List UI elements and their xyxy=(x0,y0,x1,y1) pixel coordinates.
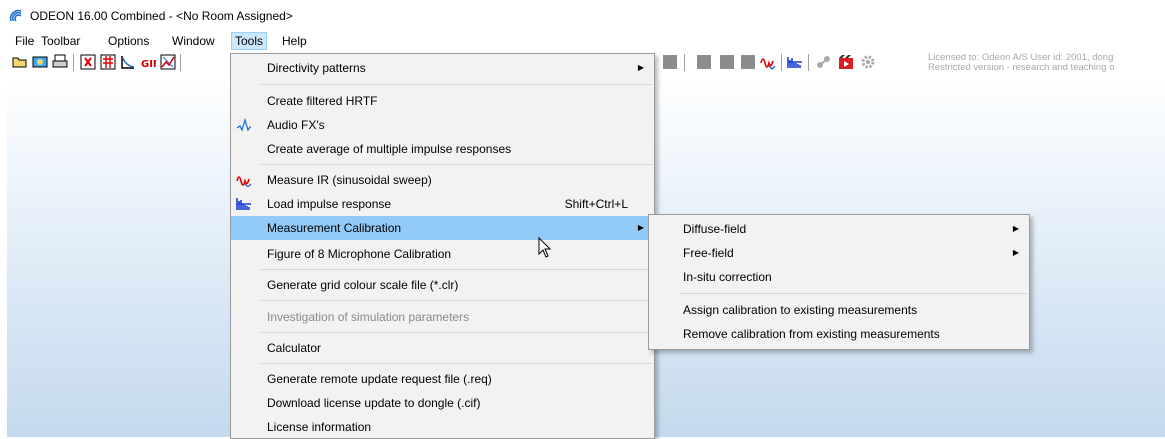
menu-item-generate-grid-colour-scale[interactable]: Generate grid colour scale file (*.clr) xyxy=(231,273,654,297)
odeon-app-icon xyxy=(9,9,22,22)
menu-window[interactable]: Window xyxy=(169,33,218,50)
3d-grid-icon[interactable] xyxy=(100,54,116,70)
menu-item-label: Figure of 8 Microphone Calibration xyxy=(267,247,452,261)
measure-ir-icon[interactable] xyxy=(760,54,776,70)
submenu-arrow-icon: ▶ xyxy=(637,223,644,232)
toolbar-separator xyxy=(781,54,782,71)
toolbar-separator xyxy=(808,54,809,71)
menu-separator xyxy=(261,300,652,301)
menu-item-label: Remove calibration from existing measure… xyxy=(683,327,940,341)
video-export-icon[interactable] xyxy=(838,54,854,70)
svg-text:GIF: GIF xyxy=(141,59,156,70)
menu-item-free-field[interactable]: Free-field ▶ xyxy=(649,241,1029,265)
menu-item-measure-ir[interactable]: Measure IR (sinusoidal sweep) xyxy=(231,168,654,192)
measure-ir-icon xyxy=(236,176,252,187)
menu-item-generate-remote-update-request[interactable]: Generate remote update request file (.re… xyxy=(231,367,654,391)
menu-options[interactable]: Options xyxy=(105,33,152,50)
gif-export-icon[interactable]: GIF xyxy=(140,54,156,70)
menu-separator xyxy=(261,363,652,364)
toolbar-separator xyxy=(73,54,74,71)
menu-item-label: Create filtered HRTF xyxy=(267,94,378,108)
chart-export-icon[interactable] xyxy=(160,54,176,70)
menu-item-diffuse-field[interactable]: Diffuse-field ▶ xyxy=(649,217,1029,241)
disabled-tool-icon xyxy=(697,55,711,69)
menu-item-label: Calculator xyxy=(267,341,322,355)
menu-item-investigation-simulation-parameters: Investigation of simulation parameters xyxy=(231,305,654,329)
menu-item-measurement-calibration[interactable]: Measurement Calibration ▶ xyxy=(231,216,654,240)
molecule-icon xyxy=(817,56,830,68)
license-line-2: Restricted version - research and teachi… xyxy=(928,62,1115,73)
tools-menu: Directivity patterns ▶ Create filtered H… xyxy=(230,53,655,439)
decay-curve-icon[interactable] xyxy=(120,54,136,70)
menu-item-label: Measure IR (sinusoidal sweep) xyxy=(267,173,432,187)
toolbar-separator xyxy=(180,54,181,71)
menu-item-label: Download license update to dongle (.cif) xyxy=(267,396,481,410)
window-title: ODEON 16.00 Combined - <No Room Assigned… xyxy=(30,9,293,23)
menu-separator xyxy=(679,293,1027,294)
menu-item-label: Assign calibration to existing measureme… xyxy=(683,303,918,317)
menu-separator xyxy=(261,332,652,333)
menu-separator xyxy=(261,269,652,270)
submenu-arrow-icon: ▶ xyxy=(1012,248,1019,257)
menu-bar: File Toolbar Options Window Tools Help xyxy=(0,32,1165,50)
disabled-tool-icon xyxy=(720,55,734,69)
menu-item-audio-fx[interactable]: Audio FX's xyxy=(231,113,654,137)
menu-item-license-information[interactable]: License information xyxy=(231,415,654,439)
menu-tools[interactable]: Tools xyxy=(231,32,268,50)
room-view-icon[interactable] xyxy=(32,54,48,70)
menu-item-figure-8-calibration[interactable]: Figure of 8 Microphone Calibration xyxy=(231,242,654,266)
menu-item-label: Measurement Calibration xyxy=(267,221,402,235)
menu-item-label: Directivity patterns xyxy=(267,61,366,75)
menu-item-label: Load impulse response xyxy=(267,197,392,211)
menu-item-label: Diffuse-field xyxy=(683,222,747,236)
menu-item-label: Generate grid colour scale file (*.clr) xyxy=(267,278,459,292)
menu-item-create-average-ir[interactable]: Create average of multiple impulse respo… xyxy=(231,137,654,161)
submenu-arrow-icon: ▶ xyxy=(1012,224,1019,233)
menu-item-label: Investigation of simulation parameters xyxy=(267,310,470,324)
menu-item-assign-calibration[interactable]: Assign calibration to existing measureme… xyxy=(649,298,1029,322)
shortcut-label: Shift+Ctrl+L xyxy=(564,197,628,211)
toolbar-separator xyxy=(684,54,685,71)
menu-item-calculator[interactable]: Calculator xyxy=(231,336,654,360)
license-info: Licensed to: Odeon A/S User id: 2001, do… xyxy=(928,53,1114,73)
menu-item-label: License information xyxy=(267,420,372,434)
menu-item-label: Create average of multiple impulse respo… xyxy=(267,142,512,156)
impulse-response-icon xyxy=(236,198,251,210)
mouse-cursor-icon xyxy=(538,237,552,258)
disabled-tool-icon xyxy=(663,55,677,69)
menu-item-label: In-situ correction xyxy=(683,270,772,284)
menu-item-remove-calibration[interactable]: Remove calibration from existing measure… xyxy=(649,322,1029,346)
menu-item-label: Generate remote update request file (.re… xyxy=(267,372,492,386)
menu-file[interactable]: File xyxy=(12,33,37,50)
menu-item-directivity-patterns[interactable]: Directivity patterns ▶ xyxy=(231,56,654,80)
impulse-response-icon[interactable] xyxy=(787,54,803,70)
menu-item-download-license-update[interactable]: Download license update to dongle (.cif) xyxy=(231,391,654,415)
audio-fx-icon xyxy=(236,118,251,132)
menu-item-load-impulse-response[interactable]: Load impulse response Shift+Ctrl+L xyxy=(231,192,654,216)
menu-separator xyxy=(261,164,652,165)
print-icon[interactable] xyxy=(52,54,68,70)
menu-help[interactable]: Help xyxy=(279,33,310,50)
menu-item-in-situ-correction[interactable]: In-situ correction xyxy=(649,265,1029,289)
submenu-arrow-icon: ▶ xyxy=(637,63,644,72)
grid-tool-icon[interactable] xyxy=(80,54,96,70)
menu-item-label: Free-field xyxy=(683,246,734,260)
menu-toolbar[interactable]: Toolbar xyxy=(38,33,83,50)
open-folder-icon[interactable] xyxy=(12,54,28,70)
menu-separator xyxy=(261,84,652,85)
menu-item-create-filtered-hrtf[interactable]: Create filtered HRTF xyxy=(231,89,654,113)
menu-item-label: Audio FX's xyxy=(267,118,325,132)
disabled-tool-icon xyxy=(741,55,755,69)
settings-gear-icon xyxy=(861,55,875,69)
title-bar: ODEON 16.00 Combined - <No Room Assigned… xyxy=(0,0,1165,32)
measurement-calibration-submenu: Diffuse-field ▶ Free-field ▶ In-situ cor… xyxy=(648,214,1030,350)
